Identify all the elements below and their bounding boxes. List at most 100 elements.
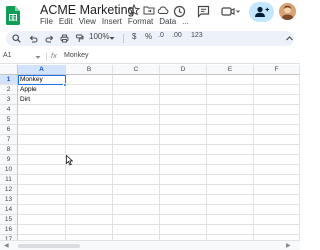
cell-a4[interactable] <box>18 105 66 115</box>
cell-a3[interactable]: Dirt <box>18 95 66 105</box>
cell-d3[interactable] <box>160 95 207 105</box>
cell-f3[interactable] <box>254 95 300 105</box>
history-icon[interactable] <box>173 5 186 18</box>
cell-e4[interactable] <box>207 105 254 115</box>
cell-e3[interactable] <box>207 95 254 105</box>
cell-a7[interactable] <box>18 135 66 145</box>
cell-c8[interactable] <box>113 145 160 155</box>
row-header-13[interactable]: 13 <box>0 195 18 205</box>
row-header-14[interactable]: 14 <box>0 205 18 215</box>
cell-a11[interactable] <box>18 175 66 185</box>
cell-e11[interactable] <box>207 175 254 185</box>
cell-b9[interactable] <box>66 155 113 165</box>
cell-a10[interactable] <box>18 165 66 175</box>
cell-e2[interactable] <box>207 85 254 95</box>
name-box[interactable]: A1 <box>3 52 12 59</box>
cell-a8[interactable] <box>18 145 66 155</box>
menu-file[interactable]: File <box>40 17 53 26</box>
cell-d16[interactable] <box>160 225 207 235</box>
share-button[interactable] <box>249 2 274 22</box>
cell-b7[interactable] <box>66 135 113 145</box>
row-header-12[interactable]: 12 <box>0 185 18 195</box>
cell-d13[interactable] <box>160 195 207 205</box>
row-header-1[interactable]: 1 <box>0 75 18 85</box>
cell-f10[interactable] <box>254 165 300 175</box>
scroll-right-icon[interactable]: ▶ <box>286 242 291 249</box>
cell-d7[interactable] <box>160 135 207 145</box>
cell-f14[interactable] <box>254 205 300 215</box>
cell-c4[interactable] <box>113 105 160 115</box>
column-header-b[interactable]: B <box>66 65 113 75</box>
cell-c9[interactable] <box>113 155 160 165</box>
move-folder-icon[interactable] <box>143 4 155 16</box>
cell-e13[interactable] <box>207 195 254 205</box>
cell-f9[interactable] <box>254 155 300 165</box>
select-all-corner[interactable] <box>0 65 18 75</box>
cell-d15[interactable] <box>160 215 207 225</box>
cell-e8[interactable] <box>207 145 254 155</box>
cell-b4[interactable] <box>66 105 113 115</box>
cloud-saved-icon[interactable] <box>157 4 169 16</box>
row-header-15[interactable]: 15 <box>0 215 18 225</box>
cell-d4[interactable] <box>160 105 207 115</box>
row-header-9[interactable]: 9 <box>0 155 18 165</box>
cell-f13[interactable] <box>254 195 300 205</box>
cell-b11[interactable] <box>66 175 113 185</box>
document-title[interactable]: ACME Marketing <box>40 3 134 17</box>
cell-e6[interactable] <box>207 125 254 135</box>
row-header-6[interactable]: 6 <box>0 125 18 135</box>
cell-c6[interactable] <box>113 125 160 135</box>
cell-f11[interactable] <box>254 175 300 185</box>
cell-d9[interactable] <box>160 155 207 165</box>
cell-c13[interactable] <box>113 195 160 205</box>
name-box-dropdown-icon[interactable] <box>35 55 41 60</box>
cell-f1[interactable] <box>254 75 300 85</box>
cell-e16[interactable] <box>207 225 254 235</box>
percent-format-button[interactable]: % <box>145 32 152 41</box>
more-formats-button[interactable]: 123 <box>191 32 203 39</box>
undo-icon[interactable] <box>29 34 38 43</box>
column-header-c[interactable]: C <box>113 65 160 75</box>
cell-e14[interactable] <box>207 205 254 215</box>
row-header-4[interactable]: 4 <box>0 105 18 115</box>
cell-b16[interactable] <box>66 225 113 235</box>
row-header-11[interactable]: 11 <box>0 175 18 185</box>
cell-c10[interactable] <box>113 165 160 175</box>
cell-a9[interactable] <box>18 155 66 165</box>
menu-format[interactable]: Format <box>128 17 153 26</box>
video-call-icon[interactable] <box>221 5 241 18</box>
cell-a12[interactable] <box>18 185 66 195</box>
menu-view[interactable]: View <box>79 17 96 26</box>
cell-b8[interactable] <box>66 145 113 155</box>
cell-b14[interactable] <box>66 205 113 215</box>
cell-d1[interactable] <box>160 75 207 85</box>
spreadsheet-grid[interactable]: A B C D E F 1 Monkey 2 Apple 3 Dirt 4 5 6 7 8 9 10 11 12 13 14… <box>0 65 300 245</box>
cell-d14[interactable] <box>160 205 207 215</box>
cell-f7[interactable] <box>254 135 300 145</box>
increase-decimal-button[interactable]: .00 <box>172 32 182 39</box>
cell-d10[interactable] <box>160 165 207 175</box>
cell-f5[interactable] <box>254 115 300 125</box>
cell-b5[interactable] <box>66 115 113 125</box>
cell-b13[interactable] <box>66 195 113 205</box>
horizontal-scrollbar[interactable]: ◀ ▶ <box>0 240 300 250</box>
cell-d5[interactable] <box>160 115 207 125</box>
column-header-e[interactable]: E <box>207 65 254 75</box>
cell-c5[interactable] <box>113 115 160 125</box>
cell-f15[interactable] <box>254 215 300 225</box>
cell-c15[interactable] <box>113 215 160 225</box>
cell-d8[interactable] <box>160 145 207 155</box>
formula-input[interactable]: Monkey <box>64 52 89 59</box>
cell-b1[interactable] <box>66 75 113 85</box>
cell-a14[interactable] <box>18 205 66 215</box>
cell-d12[interactable] <box>160 185 207 195</box>
cell-d11[interactable] <box>160 175 207 185</box>
cell-c2[interactable] <box>113 85 160 95</box>
cell-c16[interactable] <box>113 225 160 235</box>
row-header-8[interactable]: 8 <box>0 145 18 155</box>
cell-e9[interactable] <box>207 155 254 165</box>
cell-c14[interactable] <box>113 205 160 215</box>
print-icon[interactable] <box>60 34 69 43</box>
cell-d2[interactable] <box>160 85 207 95</box>
star-icon[interactable] <box>128 4 140 16</box>
